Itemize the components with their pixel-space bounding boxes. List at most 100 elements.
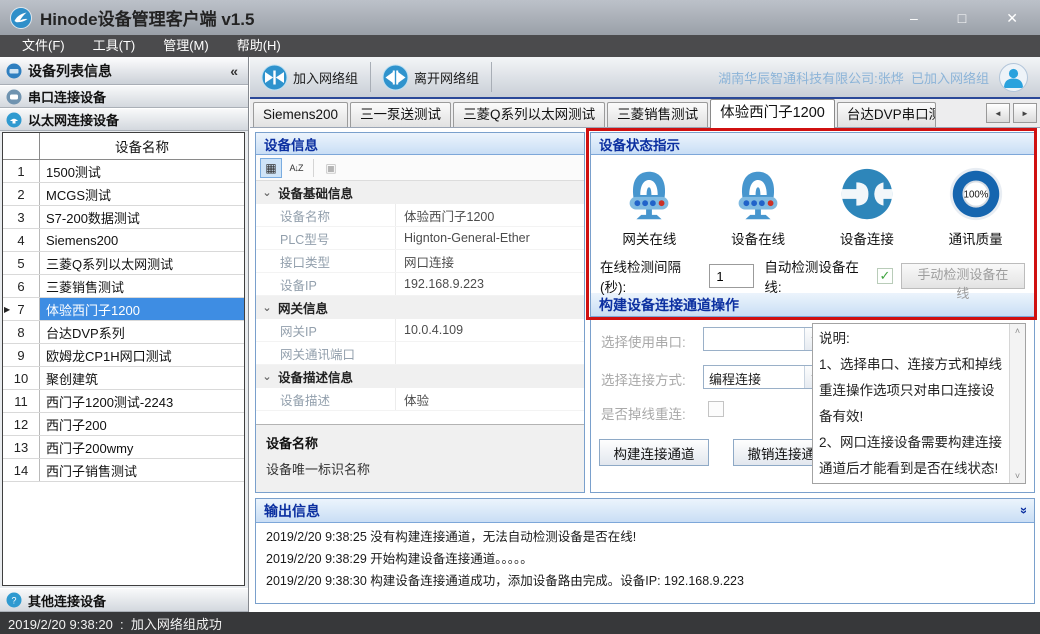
- reconnect-checkbox[interactable]: [708, 401, 724, 417]
- property-row[interactable]: 设备描述体验: [256, 388, 584, 411]
- table-row[interactable]: ▶7体验西门子1200: [3, 298, 244, 321]
- row-number-cell: ▶7: [3, 298, 40, 320]
- property-row[interactable]: 网关通讯端口: [256, 342, 584, 365]
- table-row[interactable]: 6 三菱销售测试: [3, 275, 244, 298]
- toolbar-separator: [313, 159, 314, 177]
- sidebar-header: 设备列表信息 «: [0, 57, 248, 85]
- tab-5[interactable]: 体验西门子1200: [710, 99, 835, 128]
- output-message: 2019/2/20 9:38:30 构建设备连接通道成功，添加设备路由完成。设备…: [266, 570, 1024, 592]
- row-number: 12: [14, 417, 28, 432]
- online-check-row: 在线检测间隔(秒): 自动检测设备在线: ✓ 手动检测设备在线: [591, 259, 1034, 293]
- property-grid-toolbar: ▦ A↓Z ▣: [256, 155, 584, 181]
- tab-scroll-left-button[interactable]: ◄: [986, 103, 1010, 123]
- menu-item[interactable]: 帮助(H): [223, 35, 295, 57]
- table-row[interactable]: 8台达DVP系列: [3, 321, 244, 344]
- device-name-cell: 三菱销售测试: [40, 275, 244, 297]
- connect-mode-label: 选择连接方式:: [601, 369, 686, 389]
- sidebar-collapse-icon[interactable]: «: [226, 63, 242, 79]
- join-network-button[interactable]: 加入网络组: [258, 61, 366, 94]
- sidebar-group-serial[interactable]: 串口连接设备: [0, 85, 248, 108]
- property-category[interactable]: ⌄设备基础信息: [256, 181, 584, 204]
- tab-scroll-right-button[interactable]: ►: [1013, 103, 1037, 123]
- device-status-panel: 设备状态指示 网关在线设备在线设备连接100%通讯质量 在线检测间隔(秒): 自…: [590, 132, 1035, 493]
- menu-item[interactable]: 文件(F): [8, 35, 79, 57]
- connect-mode-select[interactable]: 编程连接 ▼: [703, 365, 823, 389]
- property-row[interactable]: 接口类型网口连接: [256, 250, 584, 273]
- serial-port-select[interactable]: ▼: [703, 327, 823, 351]
- property-row[interactable]: 设备IP192.168.9.223: [256, 273, 584, 296]
- maximize-button[interactable]: □: [958, 11, 966, 25]
- table-row[interactable]: 12 西门子200: [3, 413, 244, 436]
- table-row[interactable]: 9欧姆龙CP1H网口测试: [3, 344, 244, 367]
- property-value: 网口连接: [396, 252, 584, 271]
- table-row[interactable]: 2MCGS测试: [3, 183, 244, 206]
- scroll-down-icon[interactable]: ˅: [1010, 471, 1025, 481]
- row-number: 6: [17, 279, 24, 294]
- tabstrip: Siemens200三一泵送测试三菱Q系列以太网测试三菱销售测试体验西门子120…: [250, 99, 1040, 128]
- collapse-panel-icon[interactable]: «: [1015, 507, 1030, 514]
- table-row[interactable]: 10聚创建筑: [3, 367, 244, 390]
- tabs-container: Siemens200三一泵送测试三菱Q系列以太网测试三菱销售测试体验西门子120…: [253, 99, 938, 127]
- close-button[interactable]: ✕: [1006, 11, 1018, 25]
- manual-detect-button[interactable]: 手动检测设备在线: [901, 263, 1025, 289]
- person-icon: [1000, 64, 1027, 91]
- menubar: 文件(F)工具(T)管理(M)帮助(H): [0, 35, 1040, 57]
- menu-item[interactable]: 工具(T): [79, 35, 150, 57]
- row-number-cell: 11: [3, 390, 40, 412]
- note-scrollbar[interactable]: ˄ ˅: [1009, 324, 1025, 483]
- row-number: 13: [14, 440, 28, 455]
- tab-3[interactable]: 三菱Q系列以太网测试: [453, 102, 605, 127]
- minimize-button[interactable]: –: [910, 11, 918, 25]
- row-number: 8: [17, 325, 24, 340]
- sort-az-button[interactable]: A↓Z: [285, 158, 307, 178]
- tab-2[interactable]: 三一泵送测试: [350, 102, 451, 127]
- property-value: 10.0.4.109: [396, 323, 584, 337]
- row-number-cell: 5: [3, 252, 40, 274]
- device-info-header: 设备信息: [256, 133, 584, 155]
- interval-label: 在线检测间隔(秒):: [600, 256, 703, 296]
- main-area: 加入网络组 离开网络组 湖南华辰智通科技有限公司:张烨 已加入网络组: [250, 57, 1040, 612]
- categorized-view-button[interactable]: ▦: [260, 158, 282, 178]
- row-number-cell: 12: [3, 413, 40, 435]
- sidebar-group-ethernet[interactable]: 以太网连接设备: [0, 108, 248, 131]
- device-name-cell: Siemens200: [40, 229, 244, 251]
- sidebar-group-other[interactable]: ? 其他连接设备: [0, 588, 248, 612]
- chevron-down-icon: ⌄: [256, 370, 278, 383]
- row-number: 5: [17, 256, 24, 271]
- interval-input[interactable]: [709, 264, 754, 288]
- property-category[interactable]: ⌄网关信息: [256, 296, 584, 319]
- table-row[interactable]: 11西门子1200测试-2243: [3, 390, 244, 413]
- property-category[interactable]: ⌄设备描述信息: [256, 365, 584, 388]
- status-indicator-label: 通讯质量: [949, 228, 1003, 248]
- property-row[interactable]: 设备名称体验西门子1200: [256, 204, 584, 227]
- leave-network-button[interactable]: 离开网络组: [379, 61, 487, 94]
- table-row[interactable]: 13西门子200wmy: [3, 436, 244, 459]
- table-row[interactable]: 4Siemens200: [3, 229, 244, 252]
- build-channel-button[interactable]: 构建连接通道: [599, 439, 709, 466]
- menu-item[interactable]: 管理(M): [149, 35, 223, 57]
- property-name: 网关IP: [256, 319, 396, 341]
- table-row[interactable]: 14西门子销售测试: [3, 459, 244, 482]
- property-row[interactable]: 网关IP10.0.4.109: [256, 319, 584, 342]
- property-row[interactable]: PLC型号Hignton-General-Ether: [256, 227, 584, 250]
- tab-6[interactable]: 台达DVP串口测试: [837, 102, 936, 127]
- property-pages-button[interactable]: ▣: [320, 158, 342, 178]
- statusbar-message: 2019/2/20 9:38:20 : 加入网络组成功: [8, 614, 222, 633]
- scroll-up-icon[interactable]: ˄: [1010, 326, 1025, 336]
- note-line: 1、选择串口、连接方式和掉线重连操作选项只对串口连接设备有效!: [819, 352, 1003, 430]
- device-list-sidebar: 设备列表信息 « 串口连接设备 以太网连接设备 设备名称 11500测试2MCG…: [0, 57, 249, 612]
- note-text: 说明:1、选择串口、连接方式和掉线重连操作选项只对串口连接设备有效!2、网口连接…: [813, 324, 1009, 483]
- table-row[interactable]: 11500测试: [3, 160, 244, 183]
- window-title: Hinode设备管理客户端 v1.5: [40, 5, 254, 30]
- auto-detect-checkbox[interactable]: ✓: [877, 268, 893, 284]
- device-name-cell: 西门子200: [40, 413, 244, 435]
- row-number-cell: 1: [3, 160, 40, 182]
- property-value: 体验: [396, 390, 584, 409]
- table-row[interactable]: 5三菱Q系列以太网测试: [3, 252, 244, 275]
- user-avatar[interactable]: [999, 63, 1028, 92]
- note-line: 2、网口连接设备需要构建连接通道后才能看到是否在线状态!: [819, 430, 1003, 482]
- tab-4[interactable]: 三菱销售测试: [607, 102, 708, 127]
- tab-1[interactable]: Siemens200: [253, 102, 348, 127]
- device-connect-icon: [836, 163, 898, 225]
- table-row[interactable]: 3S7-200数据测试: [3, 206, 244, 229]
